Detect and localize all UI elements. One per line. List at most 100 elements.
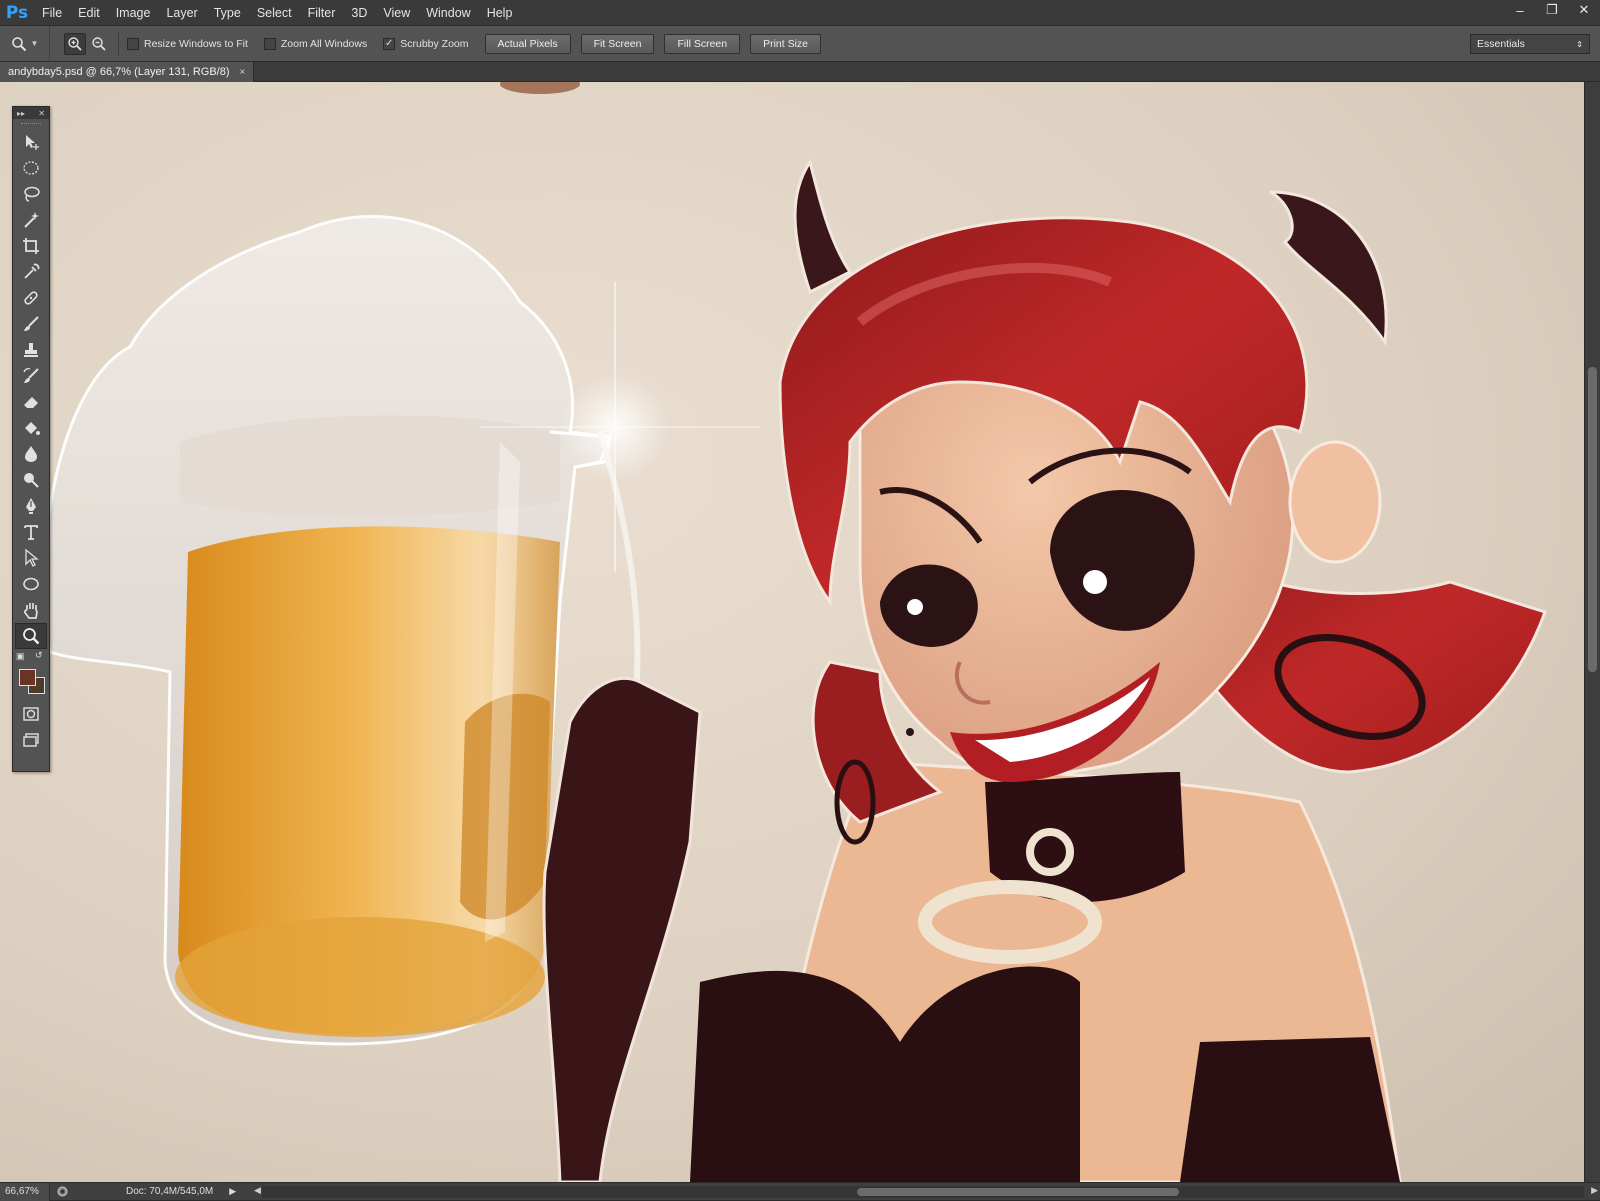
- screen-mode-button[interactable]: [13, 727, 49, 753]
- pen-tool[interactable]: [13, 493, 49, 519]
- zoom-tool[interactable]: [15, 623, 47, 649]
- scroll-right-icon[interactable]: ▶: [1591, 1185, 1598, 1196]
- checkbox-box[interactable]: [127, 37, 139, 50]
- close-button[interactable]: ✕: [1568, 0, 1600, 20]
- horizontal-scroll-thumb[interactable]: [857, 1188, 1179, 1196]
- menu-help[interactable]: Help: [479, 0, 521, 26]
- updown-arrows-icon: ⇕: [1576, 39, 1583, 49]
- menu-select[interactable]: Select: [249, 0, 300, 26]
- paint-bucket-icon: [25, 422, 40, 435]
- path-selection-tool[interactable]: [13, 545, 49, 571]
- document-tab-bar: andybday5.psd @ 66,7% (Layer 131, RGB/8)…: [0, 62, 1600, 82]
- actual-pixels-button[interactable]: Actual Pixels: [484, 33, 571, 54]
- history-brush-icon: [23, 367, 39, 383]
- status-bar: 66,67% Doc: 70,4M/545,0M ▶ ◀ ▶: [0, 1182, 1600, 1201]
- menu-type[interactable]: Type: [206, 0, 249, 26]
- clone-stamp-tool[interactable]: [13, 337, 49, 363]
- move-tool-icon: [26, 135, 39, 150]
- menu-view[interactable]: View: [375, 0, 418, 26]
- crop-tool[interactable]: [13, 233, 49, 259]
- color-swatches: ▣ ↺: [13, 649, 49, 701]
- quick-mask-icon: [23, 707, 39, 721]
- ellipse-tool[interactable]: [13, 571, 49, 597]
- resize-windows-checkbox[interactable]: Resize Windows to Fit: [127, 37, 248, 50]
- zoom-tool-icon: [23, 628, 40, 645]
- move-tool[interactable]: [13, 129, 49, 155]
- tool-preset-picker[interactable]: ▼: [0, 25, 50, 62]
- document-canvas[interactable]: [0, 82, 1584, 1182]
- menu-window[interactable]: Window: [418, 0, 478, 26]
- workspace-switcher[interactable]: Essentials ⇕: [1470, 34, 1590, 54]
- horizontal-scrollbar[interactable]: ◀ ▶: [254, 1185, 1598, 1198]
- close-panel-icon[interactable]: ✕: [38, 109, 45, 118]
- restore-button[interactable]: ❐: [1536, 0, 1568, 20]
- options-separator: [118, 32, 119, 55]
- options-bar: ▼ Resize Windows to Fit Zoom All Windows…: [0, 25, 1600, 62]
- clone-stamp-icon: [24, 343, 38, 357]
- collapse-panel-icon[interactable]: ▸▸: [17, 109, 25, 118]
- brush-tool[interactable]: [13, 311, 49, 337]
- fit-screen-button[interactable]: Fit Screen: [580, 33, 655, 54]
- close-tab-icon[interactable]: ×: [240, 67, 246, 78]
- menu-image[interactable]: Image: [108, 0, 159, 26]
- minimize-button[interactable]: –: [1504, 0, 1536, 20]
- menu-layer[interactable]: Layer: [158, 0, 205, 26]
- menu-file[interactable]: File: [34, 0, 70, 26]
- brush-tool-icon: [24, 316, 39, 331]
- document-size-info: Doc: 70,4M/545,0M: [126, 1186, 214, 1197]
- vertical-scrollbar[interactable]: [1584, 82, 1600, 1182]
- marquee-tool-icon: [23, 161, 39, 175]
- eraser-tool[interactable]: [13, 389, 49, 415]
- zoom-out-icon: [92, 36, 106, 51]
- menu-edit[interactable]: Edit: [70, 0, 108, 26]
- zoom-in-button[interactable]: [64, 32, 86, 55]
- fill-screen-button[interactable]: Fill Screen: [664, 33, 741, 54]
- dodge-tool[interactable]: [13, 467, 49, 493]
- menu-bar: Ps File Edit Image Layer Type Select Fil…: [0, 0, 1600, 26]
- tools-panel-header[interactable]: ▸▸ ✕: [13, 107, 49, 119]
- panel-grip[interactable]: [13, 119, 49, 129]
- lasso-tool[interactable]: [13, 181, 49, 207]
- document-tab[interactable]: andybday5.psd @ 66,7% (Layer 131, RGB/8)…: [0, 62, 255, 82]
- document-title: andybday5.psd @ 66,7% (Layer 131, RGB/8): [8, 66, 230, 78]
- share-icon[interactable]: [54, 1183, 70, 1201]
- zoom-level-field[interactable]: 66,67%: [0, 1182, 50, 1201]
- screen-mode-icon: [23, 733, 39, 747]
- paint-bucket-tool[interactable]: [13, 415, 49, 441]
- checkbox-box[interactable]: [263, 37, 276, 50]
- history-brush-tool[interactable]: [13, 363, 49, 389]
- eyedropper-icon: [24, 263, 40, 279]
- path-selection-icon: [25, 548, 39, 567]
- blur-tool-icon: [25, 446, 37, 462]
- menu-filter[interactable]: Filter: [300, 0, 344, 26]
- scrubby-zoom-checkbox[interactable]: ✓ Scrubby Zoom: [383, 37, 469, 50]
- zoom-all-windows-checkbox[interactable]: Zoom All Windows: [263, 37, 368, 50]
- eyedropper-tool[interactable]: [13, 259, 49, 285]
- status-menu-arrow-icon[interactable]: ▶: [229, 1186, 236, 1197]
- zoom-icon: [11, 36, 26, 51]
- type-tool[interactable]: [13, 519, 49, 545]
- swap-colors-icon[interactable]: ↺: [35, 650, 43, 661]
- menu-3d[interactable]: 3D: [343, 0, 375, 26]
- checkmark-icon[interactable]: ✓: [383, 37, 396, 50]
- print-size-button[interactable]: Print Size: [750, 33, 822, 54]
- dodge-tool-icon: [24, 473, 39, 488]
- foreground-color-swatch[interactable]: [19, 669, 36, 686]
- marquee-tool[interactable]: [13, 155, 49, 181]
- pen-tool-icon: [26, 498, 36, 514]
- zoom-out-button[interactable]: [88, 33, 110, 55]
- eraser-icon: [24, 397, 38, 408]
- checkbox-label: Zoom All Windows: [280, 37, 368, 50]
- vertical-scroll-thumb[interactable]: [1588, 367, 1597, 672]
- scroll-left-icon[interactable]: ◀: [254, 1185, 261, 1196]
- healing-brush-tool[interactable]: [13, 285, 49, 311]
- checkbox-label: Resize Windows to Fit: [144, 37, 248, 50]
- magic-wand-icon: [24, 212, 39, 228]
- hand-tool[interactable]: [13, 597, 49, 623]
- chevron-down-icon: ▼: [30, 39, 39, 48]
- magic-wand-tool[interactable]: [13, 207, 49, 233]
- quick-mask-button[interactable]: [13, 701, 49, 727]
- default-colors-icon[interactable]: ▣: [16, 651, 25, 662]
- blur-tool[interactable]: [13, 441, 49, 467]
- tools-panel: ▸▸ ✕ ▣ ↺: [12, 106, 50, 772]
